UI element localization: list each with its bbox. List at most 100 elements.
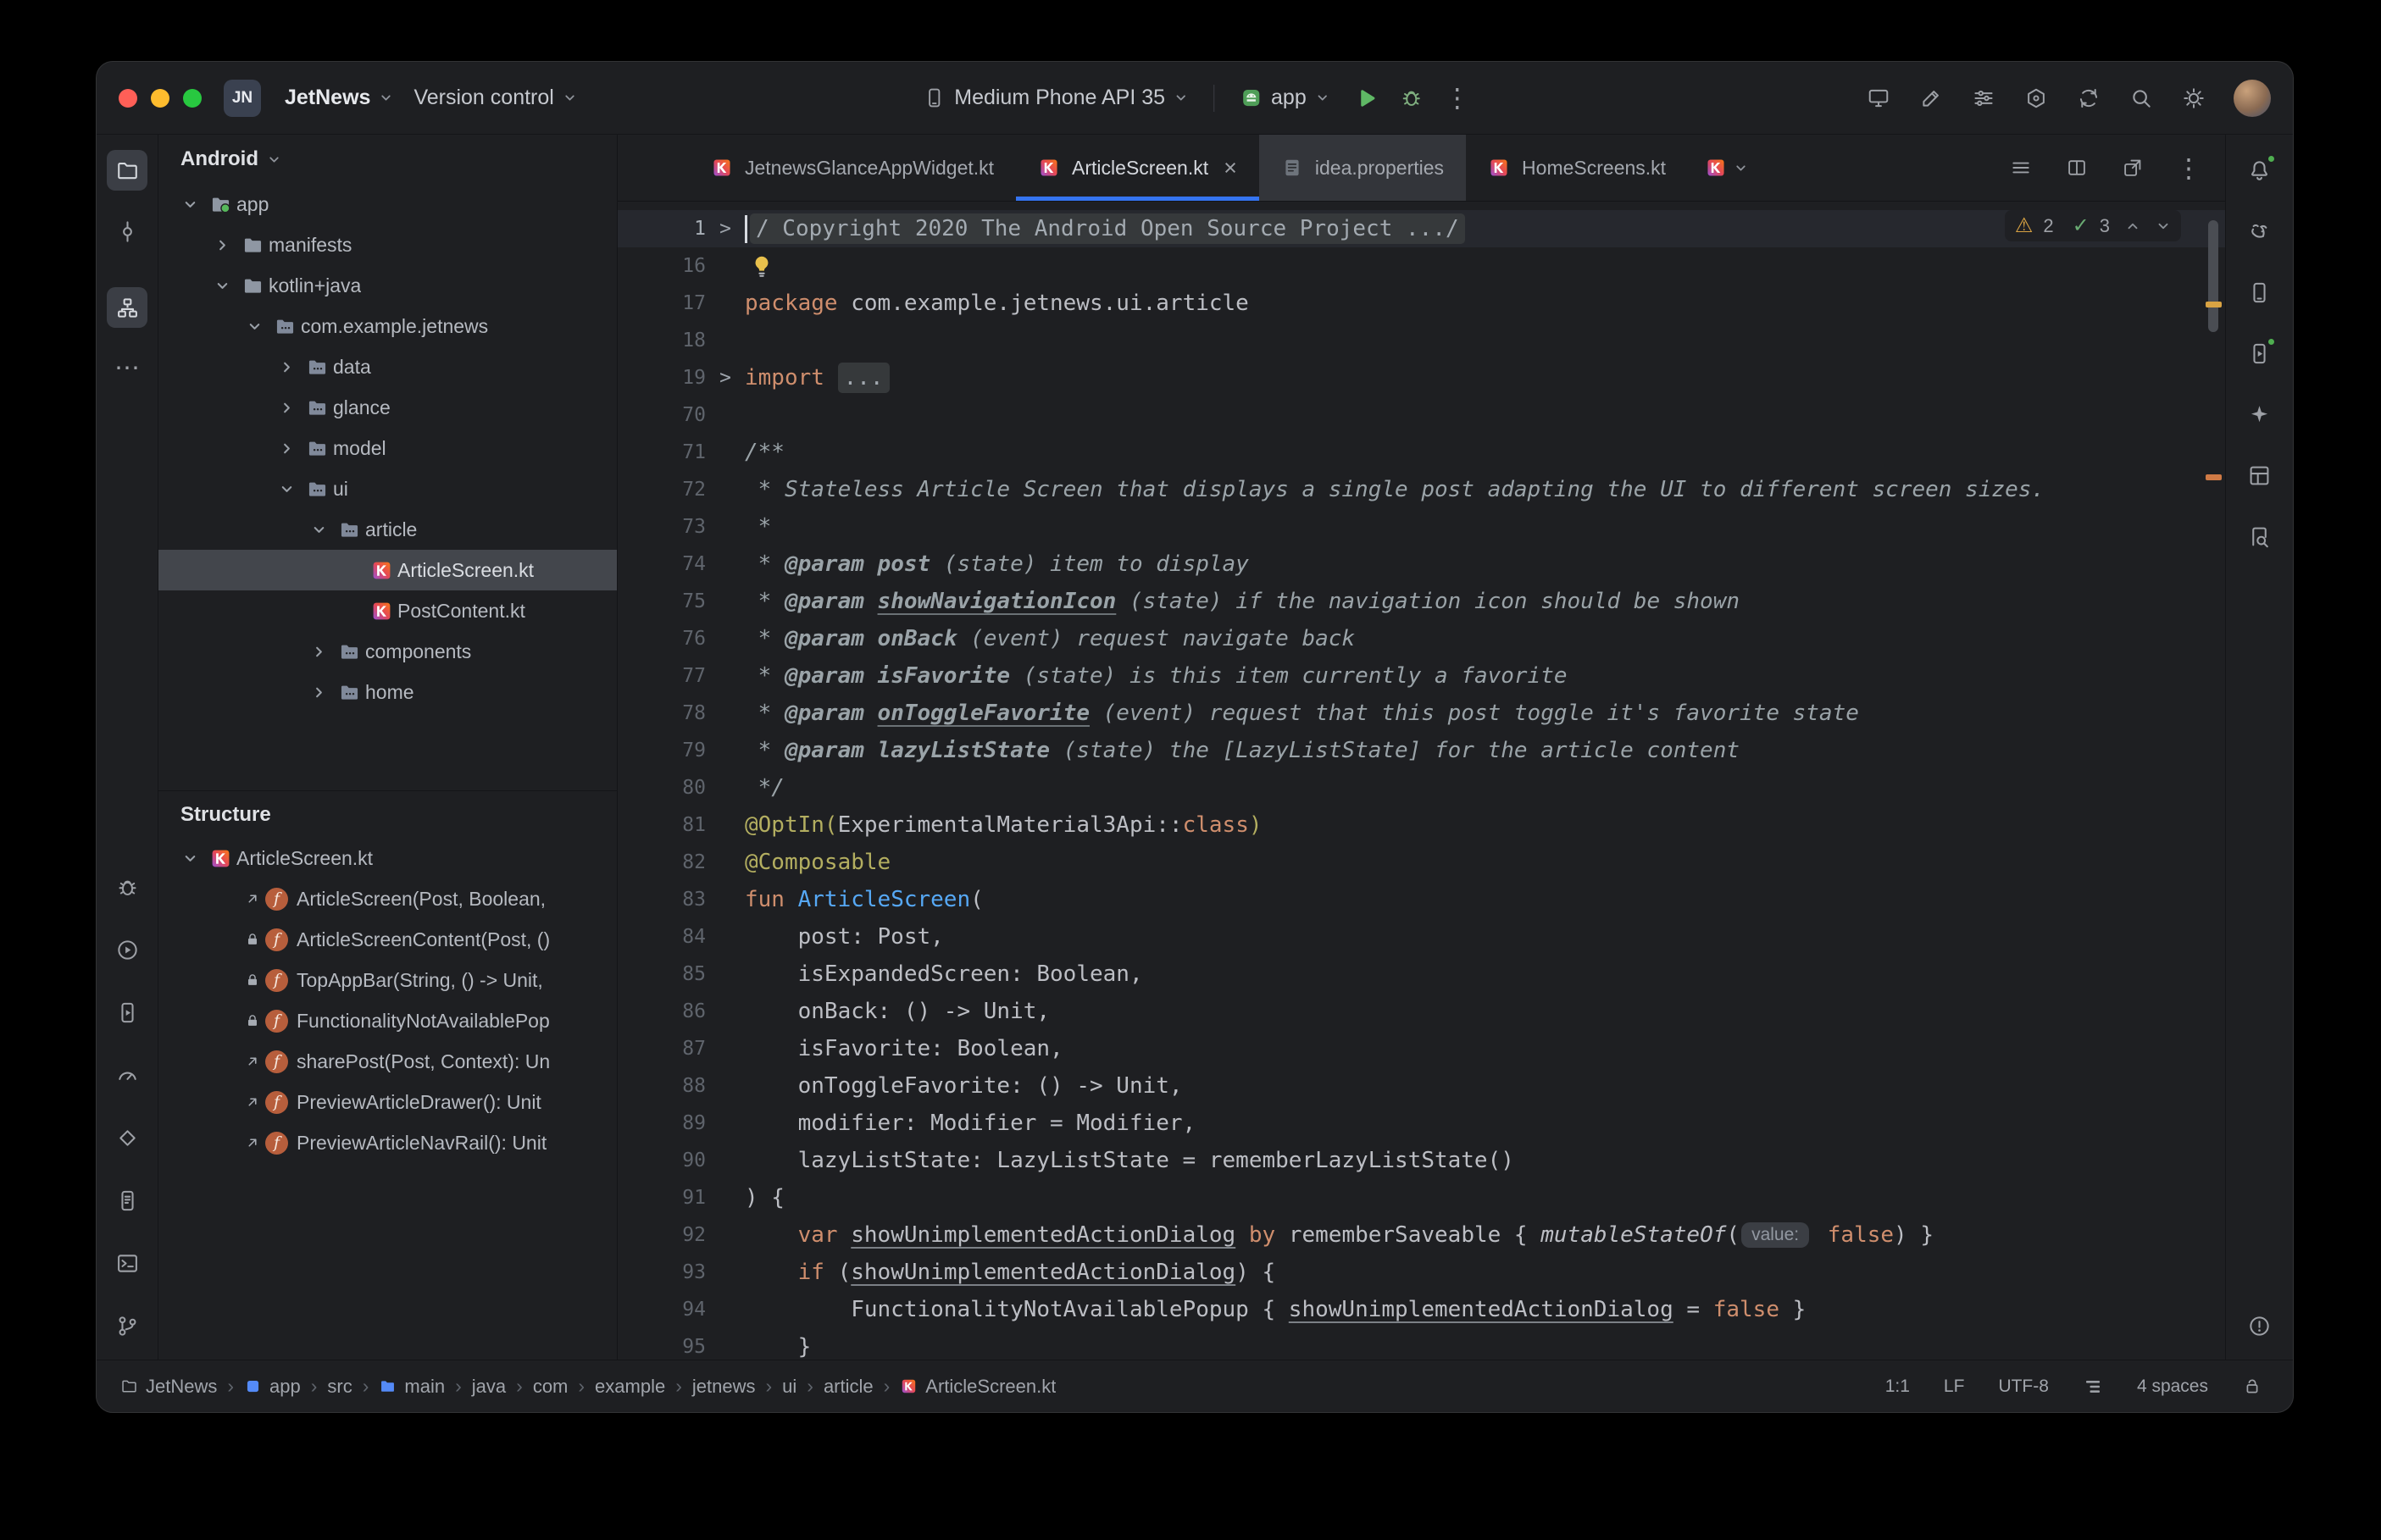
code-text[interactable]: */ [745,775,785,800]
breadcrumb-java[interactable]: java [472,1376,506,1398]
tree-item-articlescreen-kt[interactable]: ArticleScreen.kt [158,550,617,590]
problems-icon[interactable] [2239,1305,2280,1346]
code-text[interactable]: var showUnimplementedActionDialog by rem… [745,1222,1934,1248]
project-widget[interactable]: JetNews [275,79,403,117]
code-text[interactable]: * [745,514,771,540]
device-mirror-icon[interactable] [1859,79,1898,118]
tab-articlescreen-kt[interactable]: ArticleScreen.kt× [1016,135,1259,201]
structure-file-row[interactable]: ArticleScreen.kt [158,838,617,878]
ai-assist-icon[interactable] [1912,79,1951,118]
structure-icon[interactable] [107,287,147,328]
close-tab-icon[interactable]: × [1224,157,1237,180]
breadcrumb-app[interactable]: app [244,1376,301,1398]
breadcrumb-articlescreen-kt[interactable]: ArticleScreen.kt [900,1376,1056,1398]
tree-chevron-icon[interactable] [272,359,301,375]
find-document-icon[interactable] [2239,516,2280,557]
tree-item-model[interactable]: model [158,428,617,468]
vcs-widget[interactable]: Version control [403,79,586,117]
code-text[interactable]: /** [745,440,785,465]
caret-position-widget[interactable]: 1:1 [1885,1377,1910,1397]
commit-icon[interactable] [107,211,147,252]
breadcrumb-jetnews[interactable]: jetnews [692,1376,756,1398]
breadcrumb-example[interactable]: example [595,1376,665,1398]
stripe-warning-mark[interactable] [2206,302,2222,307]
inspection-widget[interactable]: ⚠ 2 ✓ 3 [2005,210,2181,241]
run-configuration-selector[interactable]: app [1229,79,1340,117]
sdk-manager-icon[interactable] [1964,79,2003,118]
debug-button[interactable] [1392,79,1431,118]
scrollbar-thumb[interactable] [2208,220,2218,332]
code-text[interactable]: * @param onBack (event) request navigate… [745,626,1355,651]
plugins-icon[interactable] [2017,79,2056,118]
code-text[interactable]: fun ArticleScreen( [745,887,984,912]
editor-more-icon[interactable]: ⋮ [2171,150,2206,186]
structure-item-articlescreencontent-post[interactable]: fArticleScreenContent(Post, () [158,919,617,960]
tree-item-ui[interactable]: ui [158,468,617,509]
fold-marker-icon[interactable]: > [706,367,745,389]
breadcrumb-jetnews[interactable]: JetNews [120,1376,217,1398]
encoding-widget[interactable]: UTF-8 [1998,1377,2049,1397]
fold-marker-icon[interactable]: > [706,218,745,240]
run-tool-icon[interactable] [107,929,147,970]
next-problem-icon[interactable] [2156,219,2171,234]
code-text[interactable]: lazyListState: LazyListState = rememberL… [745,1148,1514,1173]
code-text[interactable]: @OptIn(ExperimentalMaterial3Api::class) [745,812,1263,838]
tree-item-app[interactable]: app [158,184,617,224]
code-text[interactable]: import ... [745,363,890,393]
minimize-window-button[interactable] [151,89,169,108]
tree-chevron-icon[interactable] [175,850,204,867]
app-quality-insights-icon[interactable] [107,1117,147,1158]
device-manager-icon[interactable] [2239,272,2280,313]
tree-item-article[interactable]: article [158,509,617,550]
gradle-icon[interactable] [2239,211,2280,252]
tree-item-glance[interactable]: glance [158,387,617,428]
settings-icon[interactable] [2174,79,2213,118]
code-text[interactable]: @Composable [745,850,891,875]
code-text[interactable]: modifier: Modifier = Modifier, [745,1111,1196,1136]
code-text[interactable]: * @param isFavorite (state) is this item… [745,663,1568,689]
code-text[interactable]: * @param post (state) item to display [745,551,1249,577]
search-icon[interactable] [2122,79,2161,118]
code-viewport[interactable]: 1>/ Copyright 2020 The Android Open Sour… [618,202,2225,1360]
logcat-icon[interactable] [107,1180,147,1221]
tree-item-data[interactable]: data [158,346,617,387]
structure-item-topappbar-string-unit[interactable]: fTopAppBar(String, () -> Unit, [158,960,617,1000]
structure-item-articlescreen-post-boolean[interactable]: fArticleScreen(Post, Boolean, [158,878,617,919]
tree-chevron-icon[interactable] [240,319,269,335]
more-tools-icon[interactable]: ⋯ [107,348,147,389]
code-text[interactable]: / Copyright 2020 The Android Open Source… [745,213,1465,244]
tree-chevron-icon[interactable] [272,481,301,497]
code-text[interactable]: package com.example.jetnews.ui.article [745,291,1249,316]
run-button[interactable] [1346,79,1385,118]
project-folder-icon[interactable] [107,150,147,191]
detach-editor-icon[interactable] [2115,150,2151,186]
notifications-icon[interactable] [2239,150,2280,191]
tree-item-components[interactable]: components [158,631,617,672]
readonly-toggle[interactable] [2242,1377,2262,1397]
code-text[interactable]: * Stateless Article Screen that displays… [745,477,2045,502]
editor-tabs-list-icon[interactable] [2003,150,2039,186]
terminal-icon[interactable] [107,1243,147,1283]
code-text[interactable]: FunctionalityNotAvailablePopup { showUni… [745,1297,1806,1322]
debug-icon[interactable] [107,867,147,907]
tree-chevron-icon[interactable] [304,644,333,660]
code-text[interactable]: * @param lazyListState (state) the [Lazy… [745,738,1740,763]
tree-item-com-example-jetnews[interactable]: com.example.jetnews [158,306,617,346]
structure-item-previewarticlenavrail-unit[interactable]: fPreviewArticleNavRail(): Unit [158,1122,617,1163]
tree-item-kotlin-java[interactable]: kotlin+java [158,265,617,306]
close-window-button[interactable] [119,89,137,108]
previous-problem-icon[interactable] [2125,219,2140,234]
structure-item-functionalitynotavailablepop[interactable]: fFunctionalityNotAvailablePop [158,1000,617,1041]
code-text[interactable]: isFavorite: Boolean, [745,1036,1063,1061]
breadcrumb-src[interactable]: src [327,1376,352,1398]
intention-bulb-icon[interactable] [748,252,775,280]
tree-chevron-icon[interactable] [272,400,301,416]
code-text[interactable]: onToggleFavorite: () -> Unit, [745,1073,1183,1099]
stripe-warning-mark[interactable] [2206,474,2222,480]
tree-chevron-icon[interactable] [304,522,333,538]
code-text[interactable]: } [745,1334,811,1360]
tab-homescreens-kt[interactable]: HomeScreens.kt [1466,135,1688,201]
project-view-selector[interactable]: Android [158,135,617,184]
code-text[interactable]: if (showUnimplementedActionDialog) { [745,1260,1275,1285]
structure-item-sharepost-post-context-un[interactable]: fsharePost(Post, Context): Un [158,1041,617,1082]
